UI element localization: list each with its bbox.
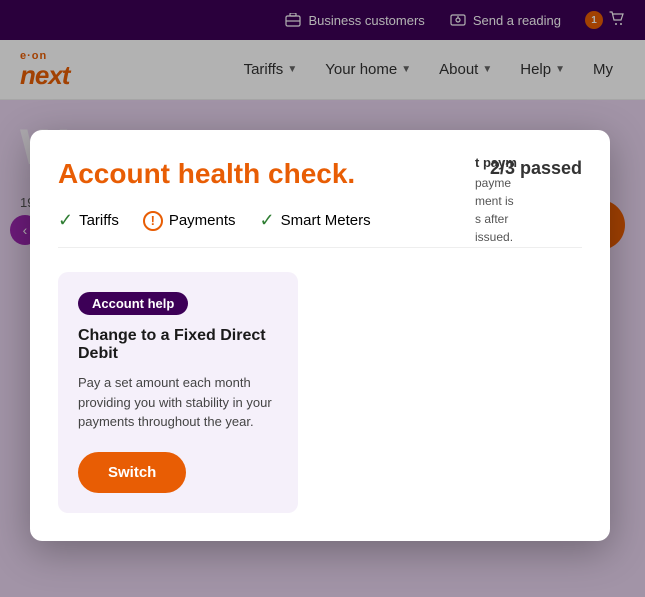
smart-meters-check-label: Smart Meters <box>281 212 371 229</box>
right-payment-body: payme ment is s after issued. <box>475 174 615 246</box>
card-title: Change to a Fixed Direct Debit <box>78 327 278 363</box>
modal-title: Account health check. <box>58 158 355 190</box>
check-payments: ! Payments <box>143 211 236 231</box>
check-tariffs: ✓ Tariffs <box>58 210 119 231</box>
payments-check-label: Payments <box>169 212 236 229</box>
switch-button[interactable]: Switch <box>78 452 186 493</box>
card-description: Pay a set amount each month providing yo… <box>78 373 278 432</box>
payments-warning-icon: ! <box>143 211 163 231</box>
account-help-badge: Account help <box>78 292 188 315</box>
tariffs-check-label: Tariffs <box>79 212 119 229</box>
smart-meters-check-icon: ✓ <box>260 210 275 231</box>
tariffs-check-icon: ✓ <box>58 210 73 231</box>
check-smart-meters: ✓ Smart Meters <box>260 210 371 231</box>
right-payment-info: t paym payme ment is s after issued. <box>475 155 615 246</box>
account-help-card: Account help Change to a Fixed Direct De… <box>58 272 298 513</box>
right-payment-title: t paym <box>475 155 615 170</box>
